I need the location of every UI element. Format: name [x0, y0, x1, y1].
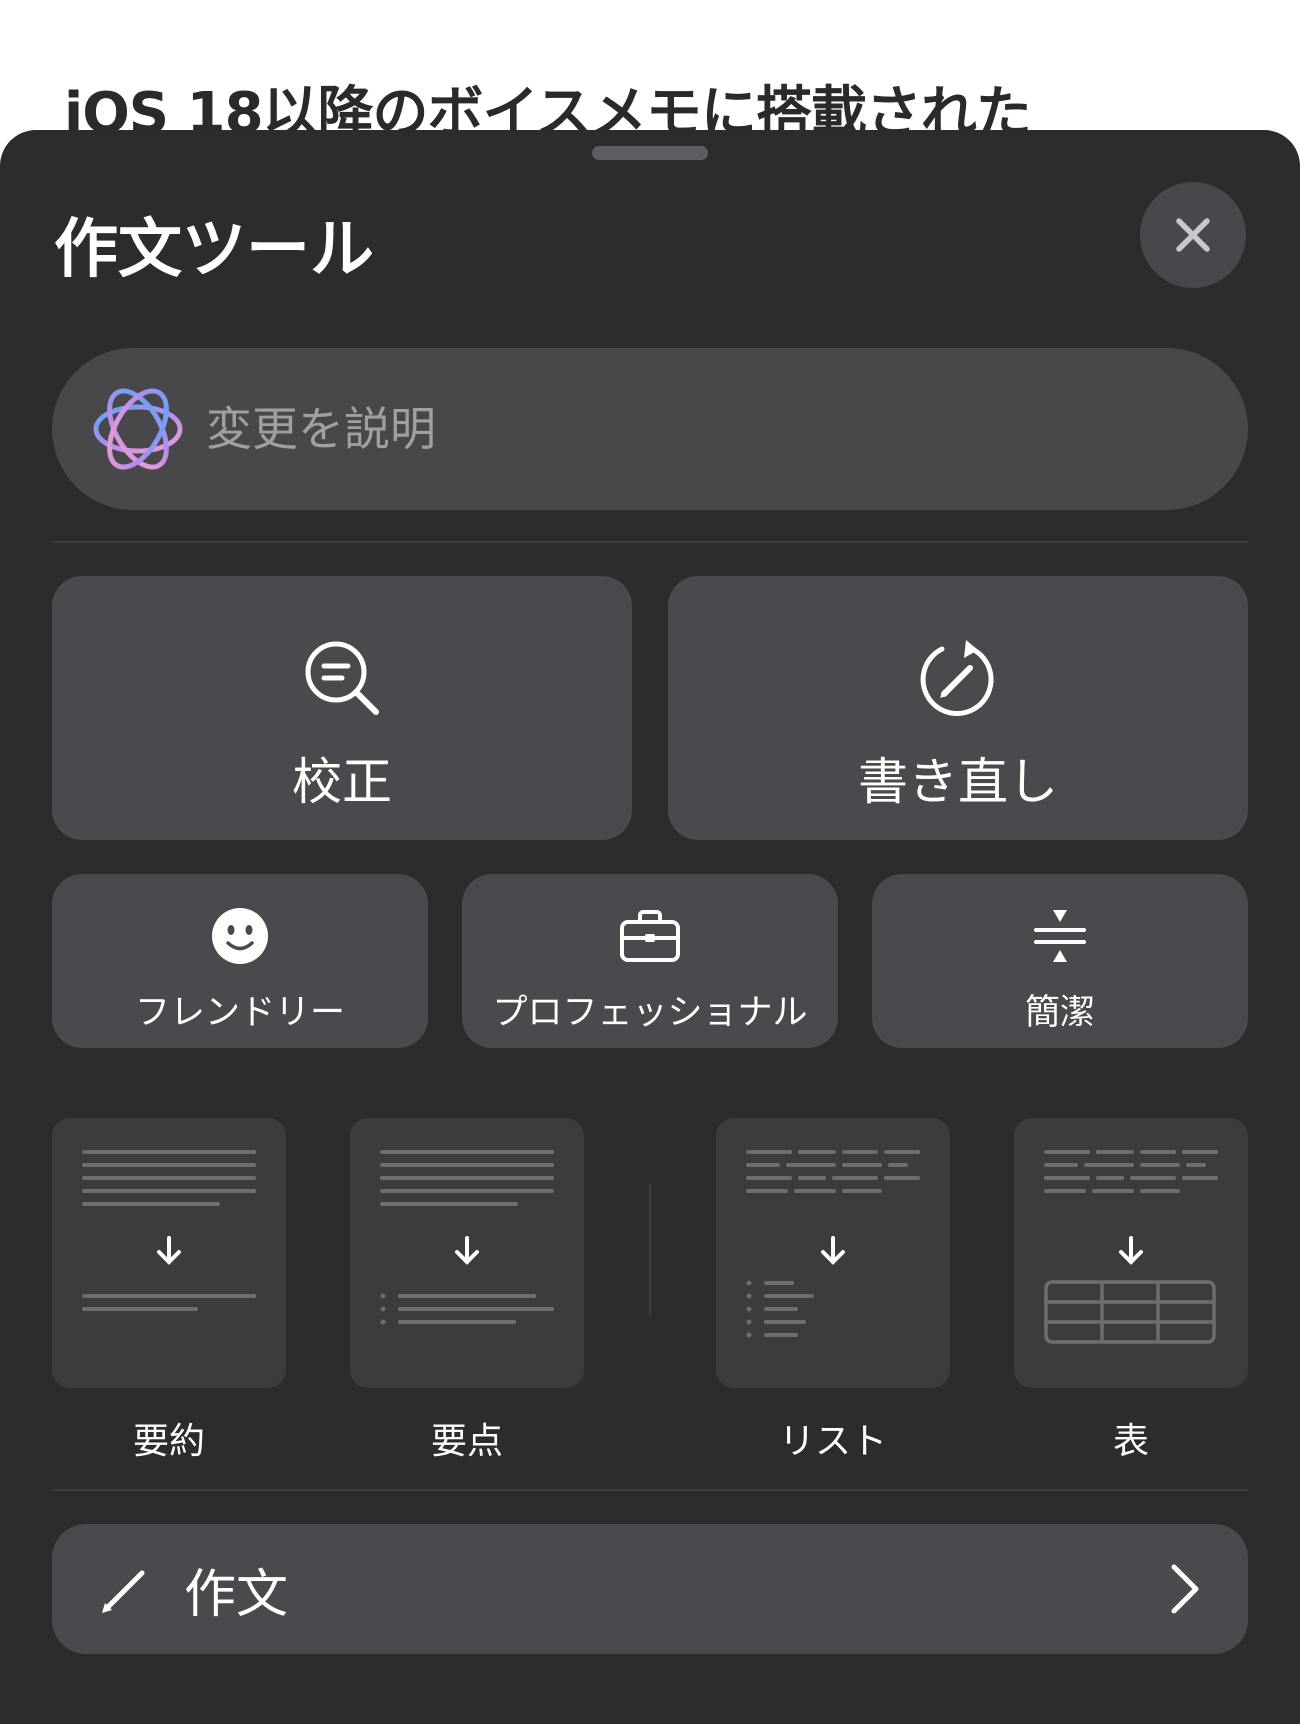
friendly-label: フレンドリー — [134, 993, 345, 1033]
summary-label: 要約 — [132, 1421, 205, 1462]
concise-label: 簡潔 — [1024, 993, 1095, 1033]
close-button[interactable] — [1140, 182, 1246, 288]
friendly-button[interactable]: フレンドリー — [52, 874, 428, 1048]
professional-label: プロフェッショナル — [492, 993, 808, 1033]
section-divider — [52, 541, 1248, 543]
briefcase-icon — [620, 910, 680, 962]
key-points-button[interactable] — [350, 1118, 584, 1388]
summary-button[interactable] — [52, 1118, 286, 1388]
summary-doc-icon — [82, 1150, 256, 1311]
proofread-label: 校正 — [292, 753, 392, 811]
list-doc-icon — [746, 1150, 920, 1338]
proofread-button[interactable]: 校正 — [52, 576, 632, 840]
rewrite-label: 書き直し — [858, 753, 1058, 811]
table-doc-icon — [1044, 1150, 1218, 1344]
transform-separator — [649, 1184, 651, 1316]
apple-intelligence-icon — [93, 388, 183, 470]
section-divider — [52, 1489, 1248, 1491]
compose-button[interactable]: 作文 — [52, 1524, 1248, 1654]
writing-tools-sheet: 作文ツール 変更を説明 校正 書き直し フレンドリー プロフェッショナル 簡潔 … — [0, 130, 1300, 1724]
key-points-doc-icon — [380, 1150, 554, 1325]
xmark-icon — [1176, 218, 1210, 252]
key-points-label: 要点 — [430, 1421, 503, 1462]
sheet-grabber[interactable] — [592, 146, 708, 160]
rewrite-circle-pencil-icon — [920, 640, 994, 716]
sheet-title: 作文ツール — [54, 213, 374, 287]
table-button[interactable] — [1014, 1118, 1248, 1388]
list-button[interactable] — [716, 1118, 950, 1388]
rewrite-button[interactable]: 書き直し — [668, 576, 1248, 840]
describe-change-field[interactable] — [52, 348, 1248, 510]
compose-label: 作文 — [184, 1564, 289, 1625]
describe-change-input[interactable] — [204, 401, 1248, 457]
professional-button[interactable]: プロフェッショナル — [462, 874, 838, 1048]
compress-arrows-icon — [1034, 910, 1086, 962]
table-label: 表 — [1112, 1421, 1149, 1462]
list-label: リスト — [778, 1421, 887, 1462]
magnifier-text-icon — [305, 641, 379, 715]
chevron-right-icon — [1171, 1564, 1199, 1614]
concise-button[interactable]: 簡潔 — [872, 874, 1248, 1048]
smiley-face-icon — [212, 908, 268, 964]
pencil-icon — [102, 1570, 145, 1613]
